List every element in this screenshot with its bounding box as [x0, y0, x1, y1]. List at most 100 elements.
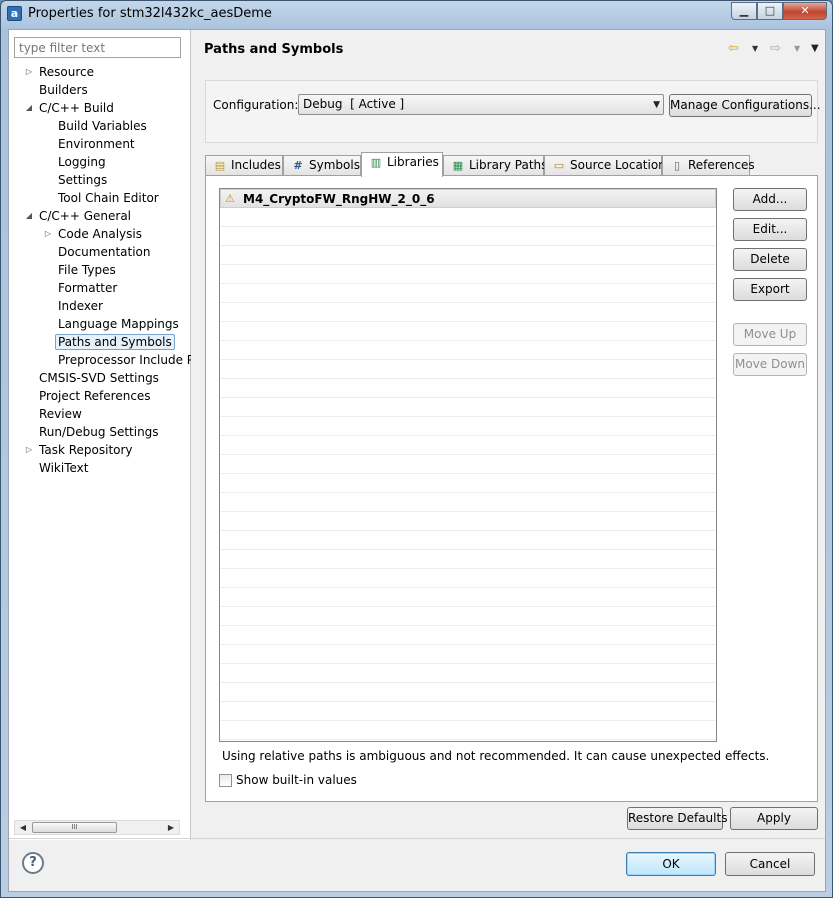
- empty-row: [220, 626, 716, 645]
- forward-arrow-icon[interactable]: ⇨: [770, 40, 781, 58]
- tab-symbols[interactable]: # Symbols: [283, 155, 361, 176]
- scroll-right-icon[interactable]: ▶: [164, 821, 178, 834]
- tree-item[interactable]: ▷ Code Analysis: [45, 225, 145, 243]
- tree-item-label: File Types: [58, 263, 116, 277]
- tree-item[interactable]: Build Variables: [55, 117, 150, 135]
- export-button[interactable]: Export: [733, 278, 807, 301]
- hash-icon: #: [293, 159, 303, 172]
- show-builtin-values-checkbox[interactable]: [219, 774, 232, 787]
- empty-row: [220, 455, 716, 474]
- add-button[interactable]: Add...: [733, 188, 807, 211]
- tree-item[interactable]: Indexer: [55, 297, 106, 315]
- tree-item-label: Logging: [58, 155, 106, 169]
- empty-row: [220, 322, 716, 341]
- tree-item[interactable]: Review: [36, 405, 85, 423]
- empty-row: [220, 398, 716, 417]
- delete-button[interactable]: Delete: [733, 248, 807, 271]
- manage-configurations-button[interactable]: Manage Configurations...: [669, 94, 821, 117]
- page-navigation: ⇦ ▼ ⇨ ▼ ▼: [728, 40, 823, 58]
- expand-icon[interactable]: ▷: [43, 229, 53, 239]
- tree-item[interactable]: Language Mappings: [55, 315, 182, 333]
- tree-item[interactable]: Settings: [55, 171, 110, 189]
- empty-row: [220, 550, 716, 569]
- includes-icon: ▤: [214, 159, 226, 172]
- empty-row: [220, 417, 716, 436]
- chevron-down-icon: ▼: [653, 100, 660, 110]
- close-button[interactable]: ✕: [783, 2, 827, 20]
- title-bar[interactable]: a Properties for stm32l432kc_aesDeme ▁ □…: [1, 1, 832, 29]
- maximize-button[interactable]: □: [757, 2, 783, 20]
- libraries-icon: ▥: [370, 156, 382, 169]
- back-menu-chevron-icon[interactable]: ▼: [752, 40, 758, 58]
- tab-label: References: [688, 158, 755, 172]
- empty-row: [220, 607, 716, 626]
- horizontal-scrollbar[interactable]: ◀ III ▶: [14, 820, 180, 835]
- tree-item[interactable]: ◢ C/C++ Build: [26, 99, 117, 117]
- tree-item-label: Review: [39, 407, 82, 421]
- apply-button[interactable]: Apply: [730, 807, 818, 830]
- tree-item[interactable]: Formatter: [55, 279, 120, 297]
- tree-item[interactable]: ▷ Resource: [26, 63, 97, 81]
- tree-item-label: Language Mappings: [58, 317, 179, 331]
- empty-row: [220, 341, 716, 360]
- collapse-icon[interactable]: ◢: [24, 211, 34, 221]
- tab-library-paths[interactable]: ▦ Library Paths: [443, 155, 548, 176]
- properties-dialog: a Properties for stm32l432kc_aesDeme ▁ □…: [0, 0, 833, 898]
- empty-row: [220, 265, 716, 284]
- tree-item[interactable]: Logging: [55, 153, 109, 171]
- move-down-button[interactable]: Move Down: [733, 353, 807, 376]
- scroll-left-icon[interactable]: ◀: [16, 821, 30, 834]
- references-icon: ▯: [673, 159, 681, 172]
- tree-item[interactable]: Environment: [55, 135, 138, 153]
- help-icon[interactable]: ?: [22, 852, 44, 874]
- tab-includes[interactable]: ▤ Includes: [205, 155, 283, 176]
- tree-item-label: Formatter: [58, 281, 118, 295]
- ok-button[interactable]: OK: [626, 852, 716, 876]
- tree-item-label: Paths and Symbols: [55, 334, 175, 350]
- filter-input[interactable]: [14, 37, 181, 58]
- empty-row: [220, 683, 716, 702]
- tree-item[interactable]: Builders: [36, 81, 91, 99]
- empty-row: [220, 379, 716, 398]
- collapse-icon[interactable]: ◢: [24, 103, 34, 113]
- empty-row: [220, 664, 716, 683]
- tab-references[interactable]: ▯ References: [662, 155, 755, 176]
- tree-item[interactable]: Project References: [36, 387, 154, 405]
- empty-row: [220, 208, 716, 227]
- tab-label: Library Paths: [469, 158, 548, 172]
- tree-item[interactable]: CMSIS-SVD Settings: [36, 369, 162, 387]
- show-builtin-values-label: Show built-in values: [236, 773, 357, 787]
- view-menu-icon[interactable]: ▼: [811, 40, 819, 58]
- back-arrow-icon[interactable]: ⇦: [728, 40, 739, 58]
- tree-item[interactable]: ▷ Task Repository: [26, 441, 136, 459]
- tree-item[interactable]: ◢ C/C++ General: [26, 207, 134, 225]
- expand-icon[interactable]: ▷: [24, 445, 34, 455]
- tree-item-label: Settings: [58, 173, 108, 187]
- empty-row: [220, 493, 716, 512]
- restore-defaults-button[interactable]: Restore Defaults: [627, 807, 727, 830]
- tree-item[interactable]: WikiText: [36, 459, 92, 477]
- libraries-list[interactable]: ⚠ M4_CryptoFW_RngHW_2_0_6: [219, 188, 717, 742]
- tree-item[interactable]: Run/Debug Settings: [36, 423, 162, 441]
- tab-libraries[interactable]: ▥ Libraries: [361, 152, 443, 177]
- tree-item[interactable]: Paths and Symbols: [55, 333, 175, 351]
- tree-item[interactable]: Documentation: [55, 243, 154, 261]
- minimize-button[interactable]: ▁: [731, 2, 757, 20]
- cancel-button[interactable]: Cancel: [725, 852, 815, 876]
- move-up-button[interactable]: Move Up: [733, 323, 807, 346]
- tree-item[interactable]: File Types: [55, 261, 119, 279]
- scroll-thumb[interactable]: III: [32, 822, 117, 833]
- empty-row: [220, 246, 716, 265]
- tree-item-label: C/C++ General: [39, 209, 132, 223]
- tree-item[interactable]: Tool Chain Editor: [55, 189, 162, 207]
- tab-source-location[interactable]: ▭ Source Location: [544, 155, 666, 176]
- tree-item[interactable]: Preprocessor Include Pa: [55, 351, 191, 369]
- empty-row: [220, 436, 716, 455]
- tree-item-label: Run/Debug Settings: [39, 425, 159, 439]
- configuration-select[interactable]: Debug [ Active ] ▼: [298, 94, 664, 115]
- tree-item-label: CMSIS-SVD Settings: [39, 371, 159, 385]
- edit-button[interactable]: Edit...: [733, 218, 807, 241]
- library-entry[interactable]: ⚠ M4_CryptoFW_RngHW_2_0_6: [220, 189, 716, 208]
- forward-menu-chevron-icon[interactable]: ▼: [794, 40, 800, 58]
- expand-icon[interactable]: ▷: [24, 67, 34, 77]
